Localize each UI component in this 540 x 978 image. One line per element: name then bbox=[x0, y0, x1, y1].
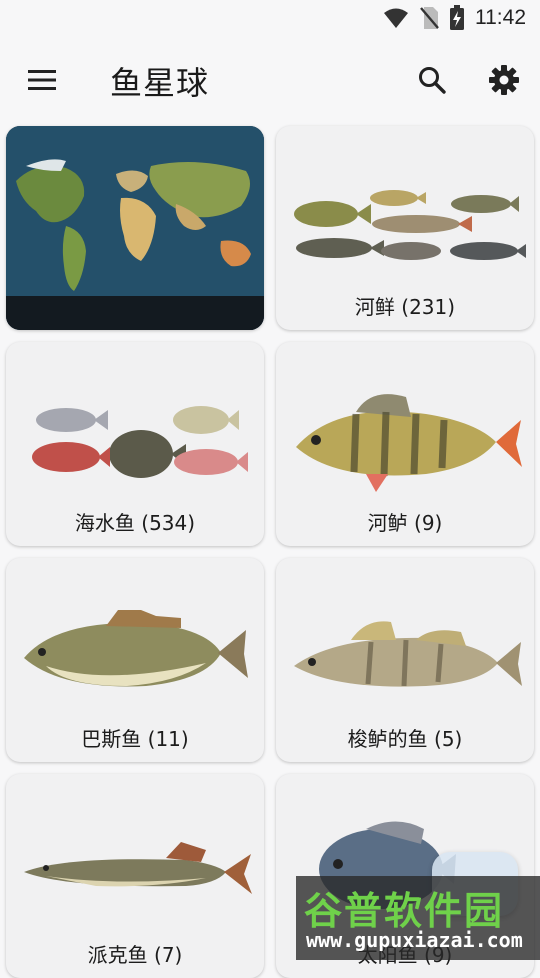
freshwater-fish-image bbox=[294, 190, 526, 260]
watermark-title: 谷普软件园 bbox=[304, 889, 505, 933]
perch-fish-image bbox=[296, 394, 522, 492]
page-title: 鱼星球 bbox=[110, 64, 210, 102]
card-label: 派克鱼 (7) bbox=[87, 943, 183, 967]
card-label: 海水鱼 (534) bbox=[74, 511, 196, 535]
gear-icon bbox=[489, 65, 519, 95]
bass-fish-image bbox=[24, 610, 248, 687]
category-card-freshwater[interactable]: 河鲜 (231) bbox=[276, 126, 534, 330]
category-card-zander[interactable]: 梭鲈的鱼 (5) bbox=[276, 558, 534, 762]
no-sim-icon bbox=[419, 6, 439, 30]
watermark: 谷普软件园 www.gupuxiazai.com bbox=[296, 876, 540, 960]
battery-charging-icon bbox=[449, 5, 465, 31]
world-map-image bbox=[6, 126, 264, 330]
status-bar: 11:42 bbox=[0, 0, 540, 36]
search-button[interactable] bbox=[410, 58, 454, 102]
card-label: 巴斯鱼 (11) bbox=[81, 727, 189, 751]
status-time: 11:42 bbox=[475, 6, 526, 29]
saltwater-fish-image bbox=[32, 406, 248, 478]
pike-fish-image bbox=[24, 842, 252, 894]
zander-fish-image bbox=[294, 621, 522, 687]
category-card-bass[interactable]: 巴斯鱼 (11) bbox=[6, 558, 264, 762]
watermark-url: www.gupuxiazai.com bbox=[306, 928, 523, 952]
search-icon bbox=[419, 67, 446, 94]
menu-button[interactable] bbox=[20, 58, 64, 102]
category-card-pike[interactable]: 派克鱼 (7) bbox=[6, 774, 264, 978]
category-card-perch[interactable]: 河鲈 (9) bbox=[276, 342, 534, 546]
category-card-saltwater[interactable]: 海水鱼 (534) bbox=[6, 342, 264, 546]
card-label: 河鲈 (9) bbox=[367, 511, 443, 535]
menu-icon bbox=[28, 70, 56, 90]
settings-button[interactable] bbox=[482, 58, 526, 102]
app-bar: 鱼星球 bbox=[0, 36, 540, 122]
card-label: 梭鲈的鱼 (5) bbox=[347, 727, 463, 751]
wifi-icon bbox=[383, 7, 409, 29]
card-label: 河鲜 (231) bbox=[354, 295, 456, 319]
world-map-card[interactable] bbox=[6, 126, 264, 330]
